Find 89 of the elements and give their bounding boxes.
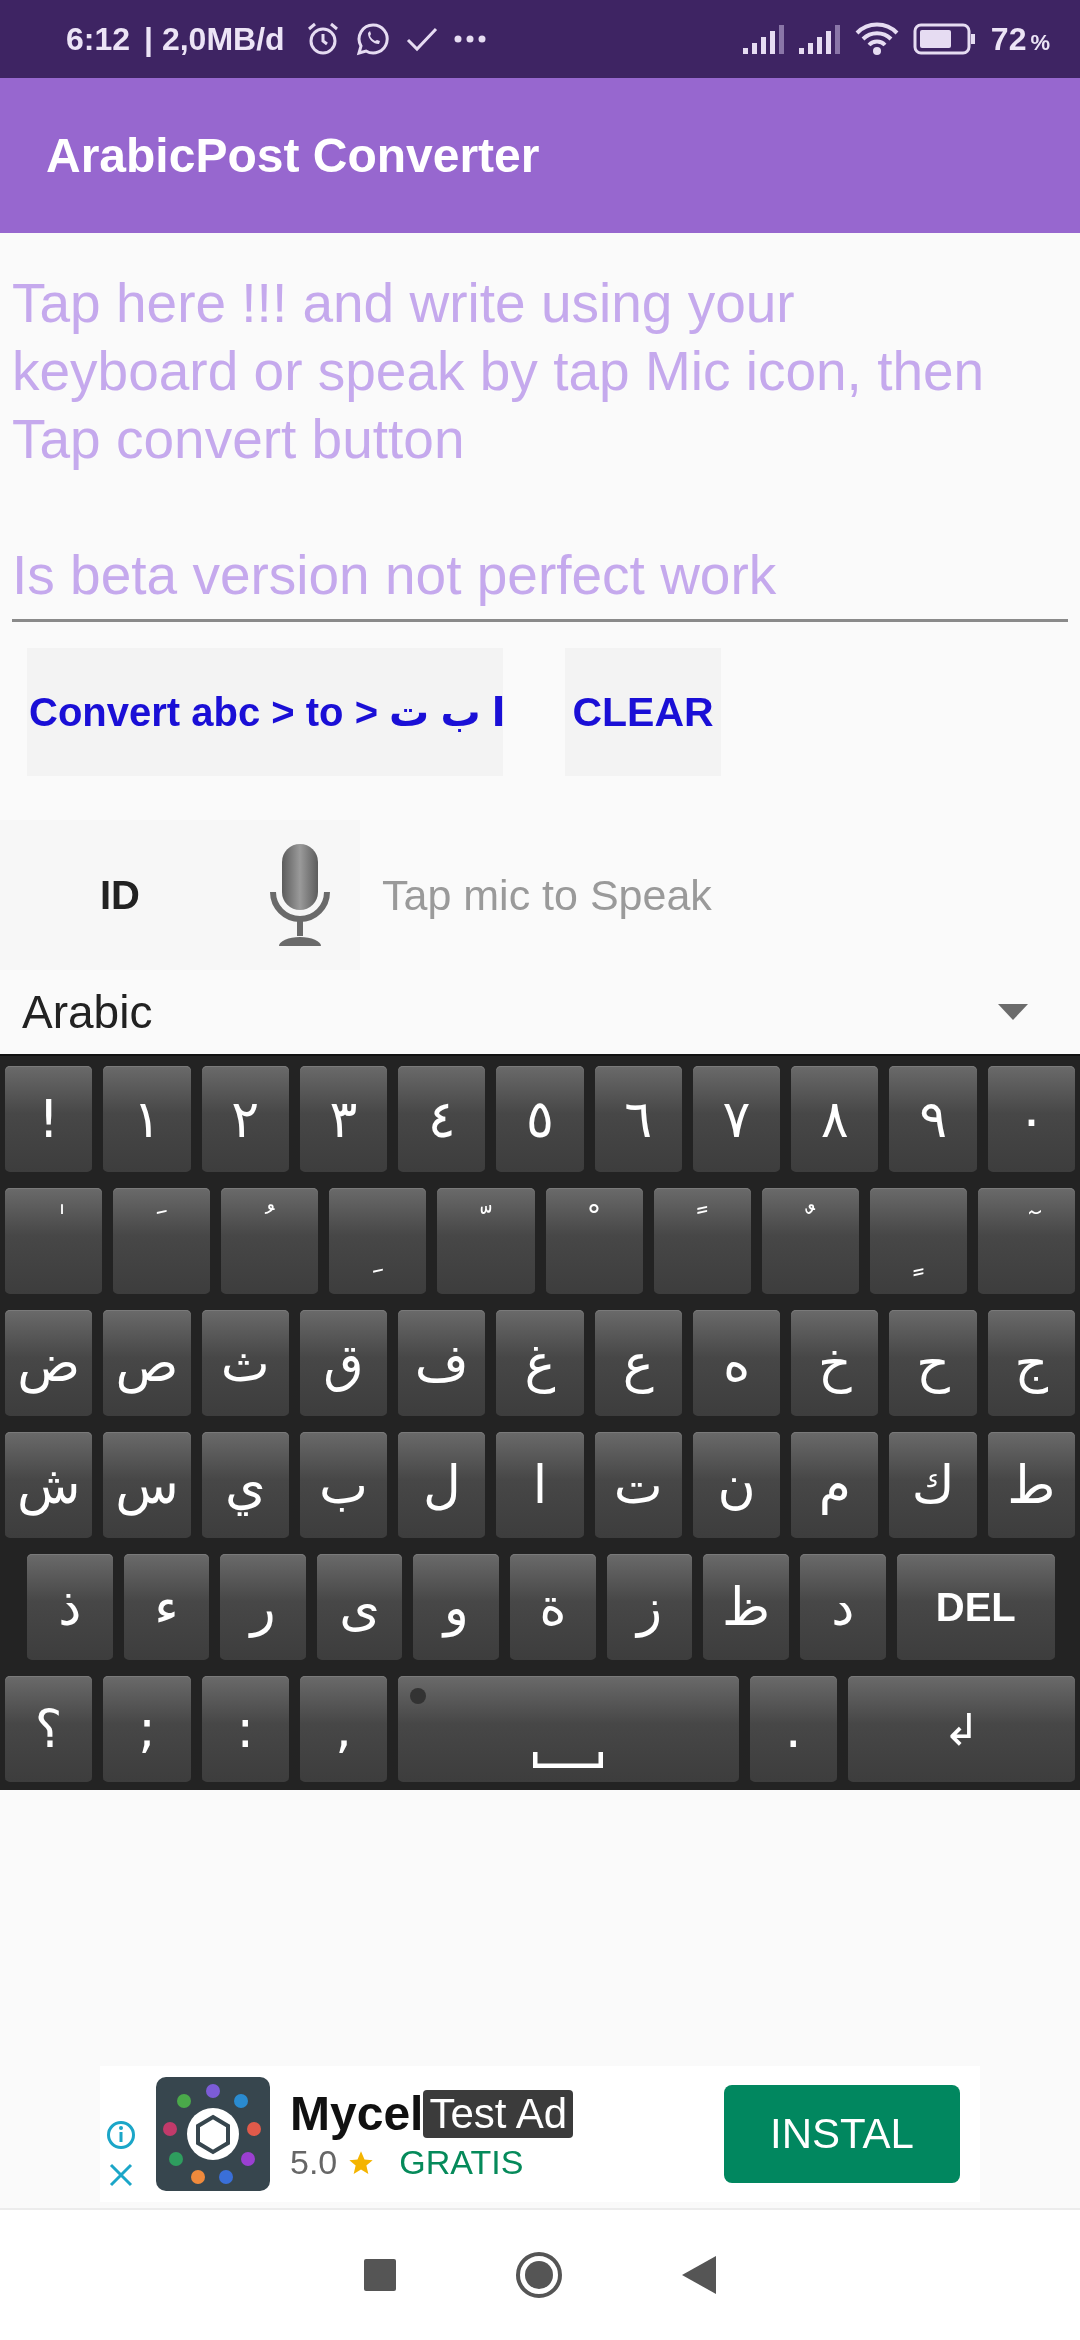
- key[interactable]: ف: [398, 1310, 486, 1416]
- key[interactable]: :: [201, 1676, 289, 1782]
- key[interactable]: م: [791, 1432, 879, 1538]
- ad-app-title: Mycel: [290, 2086, 424, 2141]
- battery-icon: [912, 23, 977, 55]
- key[interactable]: و: [413, 1554, 500, 1660]
- rating-text: 5.0: [290, 2143, 338, 2182]
- key[interactable]: ٤: [398, 1066, 486, 1172]
- close-icon[interactable]: [108, 2162, 134, 2188]
- clear-button[interactable]: CLEAR: [565, 648, 721, 776]
- key[interactable]: ش: [5, 1432, 93, 1538]
- key[interactable]: ب: [299, 1432, 388, 1538]
- key[interactable]: ﹴ: [869, 1188, 967, 1294]
- key[interactable]: ﹸ: [221, 1188, 319, 1294]
- key[interactable]: ٦: [594, 1066, 682, 1172]
- install-button[interactable]: INSTAL: [724, 2085, 960, 2183]
- status-time: 6:12: [66, 20, 131, 58]
- key[interactable]: ٥: [496, 1066, 584, 1172]
- key[interactable]: ل: [398, 1432, 486, 1538]
- key[interactable]: ٣: [299, 1066, 388, 1172]
- signal-icon: [742, 24, 785, 54]
- delete-key[interactable]: DEL: [896, 1554, 1055, 1660]
- space-key[interactable]: [398, 1676, 739, 1782]
- key[interactable]: ﹼ: [437, 1188, 535, 1294]
- key[interactable]: ﹾ: [545, 1188, 643, 1294]
- key[interactable]: غ: [496, 1310, 584, 1416]
- key[interactable]: ا: [496, 1432, 584, 1538]
- key[interactable]: ص: [103, 1310, 191, 1416]
- data-rate: | 2,0MB/d: [144, 20, 285, 58]
- key[interactable]: ء: [123, 1554, 210, 1660]
- key[interactable]: ك: [889, 1432, 977, 1538]
- wifi-icon: [854, 22, 899, 56]
- test-ad-label: Test Ad: [423, 2089, 574, 2138]
- key[interactable]: ي: [201, 1432, 289, 1538]
- key[interactable]: !: [5, 1066, 93, 1172]
- key[interactable]: ز: [606, 1554, 693, 1660]
- key[interactable]: ج: [987, 1310, 1075, 1416]
- key[interactable]: ض: [5, 1310, 93, 1416]
- more-icon: [452, 34, 487, 44]
- key[interactable]: ٢: [201, 1066, 289, 1172]
- key[interactable]: ,: [299, 1676, 388, 1782]
- key[interactable]: ﹲ: [761, 1188, 859, 1294]
- key[interactable]: ه: [692, 1310, 781, 1416]
- dropdown-arrow-icon: [998, 1004, 1028, 1020]
- back-icon[interactable]: [682, 2256, 716, 2294]
- info-icon[interactable]: [106, 2120, 136, 2150]
- key[interactable]: ٰ: [5, 1188, 103, 1294]
- key[interactable]: ى: [316, 1554, 403, 1660]
- key[interactable]: ٨: [791, 1066, 879, 1172]
- convert-button[interactable]: Convert abc > to > ا ب ت: [27, 648, 503, 776]
- percent-sign: %: [1030, 30, 1050, 56]
- key[interactable]: ن: [692, 1432, 781, 1538]
- key[interactable]: ع: [594, 1310, 682, 1416]
- key[interactable]: ة: [510, 1554, 596, 1660]
- key[interactable]: ح: [889, 1310, 977, 1416]
- price-text: GRATIS: [399, 2143, 524, 2182]
- key[interactable]: ٩: [889, 1066, 977, 1172]
- language-dropdown[interactable]: Arabic: [0, 970, 1080, 1054]
- key[interactable]: د: [799, 1554, 886, 1660]
- home-icon[interactable]: [514, 2250, 564, 2300]
- key[interactable]: ت: [594, 1432, 682, 1538]
- key[interactable]: ﹺ: [329, 1188, 427, 1294]
- app-title: ArabicPost Converter: [46, 128, 540, 183]
- dot-icon: [410, 1688, 427, 1704]
- signal-icon: [798, 24, 841, 54]
- chat-icon: [354, 21, 391, 57]
- enter-key[interactable]: ↲: [847, 1676, 1075, 1782]
- key[interactable]: ظ: [703, 1554, 789, 1660]
- key[interactable]: ث: [201, 1310, 289, 1416]
- space-bar-icon: [533, 1752, 604, 1768]
- app-icon: [156, 2077, 270, 2191]
- text-input-field[interactable]: Tap here !!! and write using your keyboard or speak by tap Mic icon, then Tap convert button Is beta version not perfect work: [12, 269, 1068, 622]
- key[interactable]: ﹶ: [113, 1188, 211, 1294]
- key[interactable]: ٠: [987, 1066, 1075, 1172]
- key[interactable]: ٧: [692, 1066, 781, 1172]
- key[interactable]: خ: [791, 1310, 879, 1416]
- key[interactable]: .: [749, 1676, 837, 1782]
- battery-percent: 72: [990, 20, 1027, 58]
- key[interactable]: ١: [103, 1066, 191, 1172]
- key[interactable]: ﹰ: [653, 1188, 751, 1294]
- key[interactable]: ر: [220, 1554, 306, 1660]
- key[interactable]: ذ: [26, 1554, 113, 1660]
- key[interactable]: ٓ: [977, 1188, 1075, 1294]
- key[interactable]: ط: [987, 1432, 1075, 1538]
- key[interactable]: س: [103, 1432, 191, 1538]
- key[interactable]: ق: [299, 1310, 388, 1416]
- key[interactable]: ;: [103, 1676, 191, 1782]
- speech-text-field[interactable]: Tap mic to Speak: [380, 869, 1080, 921]
- key[interactable]: ؟: [5, 1676, 93, 1782]
